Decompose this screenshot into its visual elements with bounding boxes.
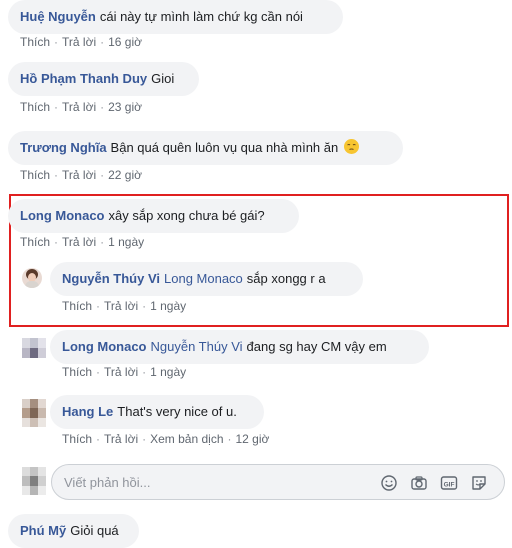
comment-text: xây sắp xong chưa bé gái? <box>108 208 265 223</box>
comment-text: đang sg hay CM vậy em <box>246 339 387 354</box>
comment-text: sắp xongg r a <box>246 271 326 286</box>
comment-bubble: Huệ Nguyễn cái này tự mình làm chứ kg cần… <box>8 0 343 34</box>
comment-actions: Thích · Trả lời · 23 giờ <box>20 100 142 114</box>
svg-text:GIF: GIF <box>444 481 455 488</box>
comment-text: Giỏi quá <box>70 523 119 538</box>
timestamp[interactable]: 1 ngày <box>150 365 186 379</box>
like-link[interactable]: Thích <box>20 168 50 182</box>
like-link[interactable]: Thích <box>62 299 92 313</box>
comment-actions: Thích · Trả lời · 22 giờ <box>20 168 142 182</box>
comment-actions: Thích · Trả lời · Xem bản dịch · 12 giờ <box>62 432 270 446</box>
reply-link[interactable]: Trả lời <box>104 365 138 379</box>
comment-bubble: Trương Nghĩa Bận quá quên luôn vụ qua nhà… <box>8 131 403 165</box>
avatar[interactable] <box>22 338 46 358</box>
timestamp[interactable]: 12 giờ <box>236 432 270 446</box>
gif-icon[interactable]: GIF <box>440 474 458 492</box>
comment-bubble: Long Monaco Nguyễn Thúy Vi đang sg hay CM … <box>50 330 429 364</box>
comment-text: Bận quá quên luôn vụ qua nhà mình ăn <box>110 140 339 155</box>
reply-link[interactable]: Trả lời <box>62 35 96 49</box>
mention-link[interactable]: Long Monaco <box>164 271 243 286</box>
comment-author[interactable]: Hang Le <box>62 404 113 419</box>
reply-link[interactable]: Trả lời <box>104 432 138 446</box>
reply-link[interactable]: Trả lời <box>62 100 96 114</box>
comment-actions: Thích · Trả lời · 1 ngày <box>62 365 187 379</box>
reply-link[interactable]: Trả lời <box>104 299 138 313</box>
timestamp[interactable]: 22 giờ <box>108 168 142 182</box>
comment-actions: Thích · Trả lời · 1 ngày <box>20 235 145 249</box>
reply-input[interactable]: Viết phản hồi... GIF <box>51 464 505 500</box>
like-link[interactable]: Thích <box>20 35 50 49</box>
comment-author[interactable]: Hồ Phạm Thanh Duy <box>20 71 147 86</box>
current-user-avatar <box>22 467 46 495</box>
comment-author[interactable]: Long Monaco <box>20 208 105 223</box>
comment-actions: Thích · Trả lời · 16 giờ <box>20 35 142 49</box>
comment-bubble: Hồ Phạm Thanh Duy Gioi <box>8 62 199 96</box>
avatar[interactable] <box>22 268 42 288</box>
comment-text: That's very nice of u. <box>117 404 237 419</box>
timestamp[interactable]: 1 ngày <box>108 235 144 249</box>
avatar[interactable] <box>22 399 46 427</box>
comment-author[interactable]: Nguyễn Thúy Vi <box>62 271 160 286</box>
comment-bubble: Nguyễn Thúy Vi Long Monaco sắp xongg r a <box>50 262 363 296</box>
like-link[interactable]: Thích <box>62 432 92 446</box>
mention-link[interactable]: Nguyễn Thúy Vi <box>151 339 243 354</box>
like-link[interactable]: Thích <box>20 100 50 114</box>
timestamp[interactable]: 16 giờ <box>108 35 142 49</box>
comment-author[interactable]: Trương Nghĩa <box>20 140 107 155</box>
comment-bubble: Hang Le That's very nice of u. <box>50 395 264 429</box>
camera-icon[interactable] <box>410 474 428 492</box>
reply-placeholder: Viết phản hồi... <box>64 475 151 490</box>
comment-author[interactable]: Long Monaco <box>62 339 147 354</box>
translate-link[interactable]: Xem bản dịch <box>150 432 223 446</box>
timestamp[interactable]: 23 giờ <box>108 100 142 114</box>
reply-link[interactable]: Trả lời <box>62 235 96 249</box>
comment-bubble: Phú Mỹ Giỏi quá <box>8 514 139 548</box>
comment-author[interactable]: Huệ Nguyễn <box>20 9 96 24</box>
comment-actions: Thích · Trả lời · 1 ngày <box>62 299 187 313</box>
timestamp[interactable]: 1 ngày <box>150 299 186 313</box>
reply-link[interactable]: Trả lời <box>62 168 96 182</box>
pensive-face-icon <box>343 139 359 154</box>
like-link[interactable]: Thích <box>20 235 50 249</box>
comment-text: cái này tự mình làm chứ kg cần nói <box>99 9 303 24</box>
comment-author[interactable]: Phú Mỹ <box>20 523 66 538</box>
like-link[interactable]: Thích <box>62 365 92 379</box>
comment-bubble: Long Monaco xây sắp xong chưa bé gái? <box>8 199 299 233</box>
comment-text: Gioi <box>151 71 175 86</box>
emoji-icon[interactable] <box>380 474 398 492</box>
sticker-icon[interactable] <box>470 474 488 492</box>
